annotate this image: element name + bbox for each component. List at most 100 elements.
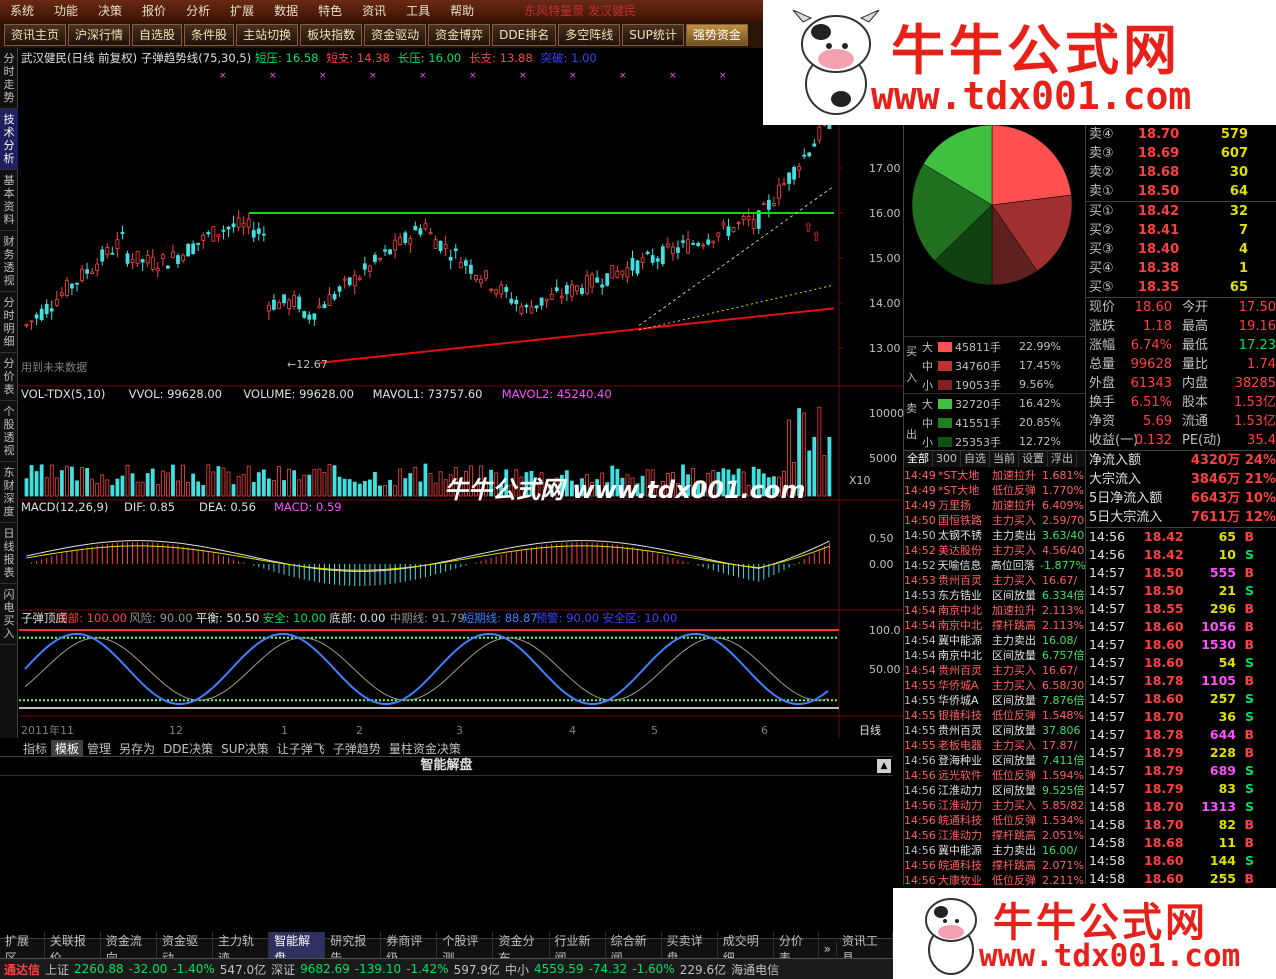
radar-row[interactable]: 14:56 登海种业 区间放量 7.411倍 [904, 753, 1086, 768]
radar-tab[interactable]: 300 [933, 451, 961, 467]
radar-row[interactable]: 14:54 南京中北 撑杆跳高 2.113% [904, 618, 1086, 633]
toolbar-button[interactable]: 自选股 [132, 24, 183, 46]
radar-row[interactable]: 14:56 江淮动力 主力买入 5.85/82 [904, 798, 1086, 813]
quote-value: 6.51% [1130, 395, 1172, 410]
radar-row[interactable]: 14:55 银禧科技 低位反弹 1.548% [904, 708, 1086, 723]
radar-row[interactable]: 14:50 太钢不锈 主力卖出 3.63/40 [904, 528, 1086, 543]
menu-item[interactable]: 资讯 [352, 0, 396, 22]
left-tab[interactable]: 分时走势 [0, 48, 18, 109]
radar-row[interactable]: 14:56 大康牧业 低位反弹 2.211% [904, 873, 1086, 888]
left-tab[interactable]: 闪电买入 [0, 584, 18, 645]
volume-bar [393, 485, 398, 497]
menu-item[interactable]: 报价 [132, 0, 176, 22]
radar-event: 区间放量 [992, 724, 1036, 737]
radar-row[interactable]: 14:56 远光软件 低位反弹 1.594% [904, 768, 1086, 783]
bottom-tab[interactable]: » [819, 941, 837, 956]
toolbar-button[interactable]: 强势资金 [685, 24, 748, 46]
left-tab[interactable]: 东财深度 [0, 462, 18, 523]
period-label[interactable]: 日线 [859, 723, 881, 737]
menu-item[interactable]: 数据 [264, 0, 308, 22]
quote-label: 净资 [1089, 414, 1116, 429]
radar-tab[interactable]: 设置 [1019, 451, 1048, 467]
toolbar-button[interactable]: 主站切换 [236, 24, 299, 46]
radar-stock: 南京中北 [938, 604, 982, 617]
radar-row[interactable]: 14:56 江淮动力 撑杆跳高 2.051% [904, 828, 1086, 843]
status-item: -74.32 [588, 962, 628, 976]
left-tab[interactable]: 个股透视 [0, 401, 18, 462]
radar-row[interactable]: 14:54 贵州百灵 主力买入 16.67/ [904, 663, 1086, 678]
menu-item[interactable]: 分析 [176, 0, 220, 22]
radar-row[interactable]: 14:49 *ST大地 加速拉升 1.681% [904, 468, 1086, 483]
volume-bar [241, 474, 246, 497]
radar-row[interactable]: 14:53 东方锆业 区间放量 6.334倍 [904, 588, 1086, 603]
indicator-subtab[interactable]: 量柱资金决策 [385, 740, 465, 757]
toolbar-button[interactable]: SUP统计 [622, 24, 684, 46]
menu-item[interactable]: 工具 [396, 0, 440, 22]
radar-row[interactable]: 14:52 天喻信息 高位回落 -1.877% [904, 558, 1086, 573]
radar-tab[interactable]: 浮出 [1048, 451, 1077, 467]
toolbar-button[interactable]: DDE排名 [492, 24, 557, 46]
candle-body [686, 239, 690, 254]
candle-body [554, 287, 559, 292]
toolbar-button[interactable]: 条件股 [184, 24, 235, 46]
left-tab[interactable]: 分时明细 [0, 292, 18, 353]
radar-row[interactable]: 14:56 皖通科技 低位反弹 1.534% [904, 813, 1086, 828]
level-price: 18.40 [1138, 242, 1180, 257]
radar-row[interactable]: 14:50 国恒铁路 主力买入 2.59/70 [904, 513, 1086, 528]
radar-row[interactable]: 14:53 贵州百灵 主力买入 16.67/ [904, 573, 1086, 588]
indicator-subtab[interactable]: 让子弹飞 [273, 740, 329, 757]
indicator-subtab[interactable]: 模板 [51, 739, 84, 757]
volume-bar [125, 464, 130, 497]
left-tab[interactable]: 日线报表 [0, 523, 18, 584]
kline-chart-area[interactable]: 武汉健民(日线 前复权) 子弹趋势线(75,30,5) 短压: 16.58 短支: … [19, 48, 903, 738]
indicator-subtab[interactable]: DDE决策 [159, 740, 217, 757]
radar-row[interactable]: 14:55 贵州百灵 区间放量 37.806 [904, 723, 1086, 738]
left-tab[interactable]: 技术分析 [0, 109, 18, 170]
toolbar-button[interactable]: 资金博弈 [428, 24, 491, 46]
radar-row[interactable]: 14:52 美达股份 主力买入 4.56/40 [904, 543, 1086, 558]
indicator-subtab[interactable]: 管理 [83, 740, 115, 757]
toolbar-button[interactable]: 资金驱动 [364, 24, 427, 46]
menu-item[interactable]: 特色 [308, 0, 352, 22]
left-tab[interactable]: 分价表 [0, 353, 18, 401]
menu-item[interactable]: 决策 [88, 0, 132, 22]
radar-row[interactable]: 14:49 万里扬 加速拉升 6.409% [904, 498, 1086, 513]
radar-tab[interactable]: 全部 [904, 451, 933, 467]
radar-value: 37.806 [1042, 724, 1081, 737]
candle-body [787, 172, 791, 184]
radar-row[interactable]: 14:54 南京中北 区间放量 6.757倍 [904, 648, 1086, 663]
radar-row[interactable]: 14:56 江淮动力 区间放量 9.525倍 [904, 783, 1086, 798]
menu-item[interactable]: 系统 [0, 0, 44, 22]
left-tab[interactable]: 财务透视 [0, 231, 18, 292]
left-tab[interactable]: 基本资料 [0, 170, 18, 231]
volume-tick: X10 [849, 474, 871, 487]
indicator-subtab[interactable]: 另存为 [115, 740, 159, 757]
panel-scroll-up[interactable]: ▲ [877, 759, 891, 773]
toolbar-button[interactable]: 沪深行情 [68, 24, 131, 46]
radar-row[interactable]: 14:49 *ST大地 低位反弹 1.770% [904, 483, 1086, 498]
radar-row[interactable]: 14:56 皖通科技 撑杆跳高 2.071% [904, 858, 1086, 873]
menu-item[interactable]: 帮助 [440, 0, 484, 22]
candle-body [256, 228, 261, 234]
date-tick: 1 [281, 724, 288, 737]
toolbar-button[interactable]: 板块指数 [300, 24, 363, 46]
radar-row[interactable]: 14:55 华侨城A 区间放量 7.876倍 [904, 693, 1086, 708]
indicator-subtab[interactable]: 指标 [19, 740, 51, 757]
candle-body [474, 275, 478, 281]
radar-row[interactable]: 14:55 华侨城A 主力买入 6.58/30 [904, 678, 1086, 693]
radar-row[interactable]: 14:54 冀中能源 主力卖出 16.08/ [904, 633, 1086, 648]
radar-value: 9.525倍 [1042, 784, 1085, 797]
indicator-subtab[interactable]: 子弹趋势 [329, 740, 385, 757]
radar-tab[interactable]: 当前 [990, 451, 1019, 467]
menu-item[interactable]: 扩展 [220, 0, 264, 22]
radar-tab[interactable]: 自选 [961, 451, 990, 467]
indicator-subtab[interactable]: SUP决策 [217, 740, 273, 757]
radar-row[interactable]: 14:54 南京中北 加速拉升 2.113% [904, 603, 1086, 618]
volume-bar [171, 464, 175, 497]
candle-body [221, 229, 226, 232]
radar-row[interactable]: 14:55 老板电器 主力买入 17.87/ [904, 738, 1086, 753]
radar-row[interactable]: 14:56 冀中能源 主力卖出 16.00/ [904, 843, 1086, 858]
toolbar-button[interactable]: 资讯主页 [4, 24, 67, 46]
toolbar-button[interactable]: 多空阵线 [558, 24, 621, 46]
menu-item[interactable]: 功能 [44, 0, 88, 22]
